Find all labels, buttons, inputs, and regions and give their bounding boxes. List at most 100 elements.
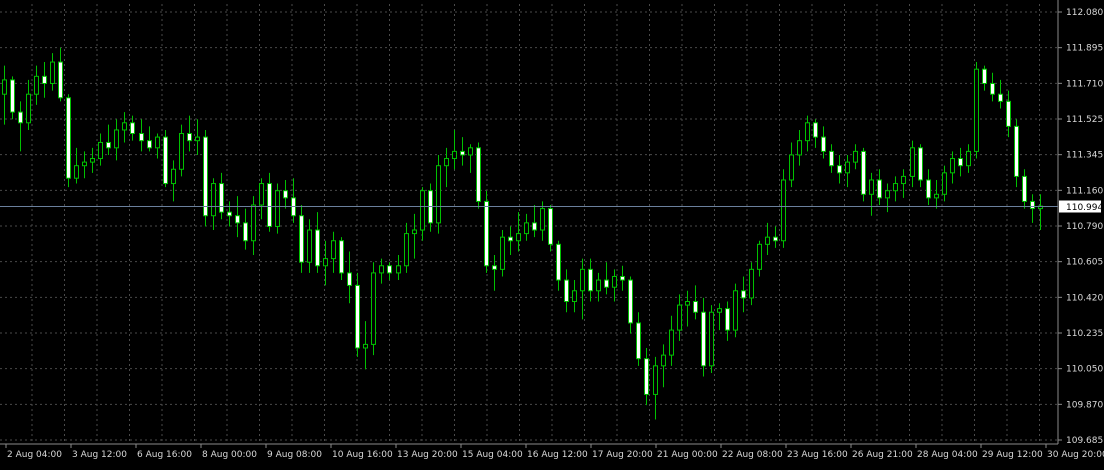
candle-body [540, 208, 545, 231]
candle-body [195, 136, 200, 142]
candle-body [548, 208, 553, 245]
price-tick-label: 109.870 [1066, 400, 1103, 410]
candle-body [500, 236, 505, 270]
candle-body [620, 275, 625, 281]
candle-body [34, 75, 39, 95]
candle-body [805, 122, 810, 142]
price-tick-label: 110.050 [1066, 365, 1103, 375]
candle-body [982, 68, 987, 84]
candle-body [950, 158, 955, 174]
time-tick-label: 17 Aug 20:00 [592, 450, 653, 460]
candle-body [347, 272, 352, 286]
price-tick-label: 110.235 [1066, 329, 1103, 339]
candle-body [82, 161, 87, 167]
candlestick-chart: 112.080 111.895 111.710 111.525 111.345 111.1… [0, 0, 1104, 470]
candle-body [653, 365, 658, 395]
candle-body [492, 265, 497, 270]
candle [436, 154, 441, 234]
candle-body [556, 243, 561, 281]
candle-body [436, 165, 441, 224]
candle-body [926, 179, 931, 199]
candle-body [251, 204, 256, 242]
candle-body [130, 122, 135, 135]
candle-body [741, 290, 746, 299]
candle-body [636, 322, 641, 360]
candle-body [644, 358, 649, 395]
candle-body [460, 150, 465, 156]
candle-body [564, 279, 569, 303]
candle [974, 62, 979, 159]
candle-body [508, 236, 513, 242]
candle-body [452, 150, 457, 160]
candle-body [42, 75, 47, 84]
candle-body [371, 272, 376, 345]
candle-body [171, 168, 176, 185]
candle-body [10, 79, 15, 113]
candle [484, 190, 489, 273]
candle-body [701, 311, 706, 367]
candle-body [580, 268, 585, 292]
candle [733, 283, 738, 338]
candle [548, 205, 553, 252]
candle-body [106, 141, 111, 149]
candle-body [139, 133, 144, 142]
candle-body [355, 284, 360, 349]
candle-body [147, 140, 152, 149]
candle-body [524, 222, 529, 235]
candle-body [484, 200, 489, 267]
candle [275, 183, 280, 234]
time-tick-label: 3 Aug 12:00 [72, 450, 127, 460]
candle-body [934, 193, 939, 199]
candle-body [66, 97, 71, 179]
candle-body [942, 172, 947, 195]
candle [371, 262, 376, 356]
candle-body [211, 183, 216, 217]
candle-body [331, 240, 336, 260]
candle-body [781, 179, 786, 242]
time-tick-label: 29 Aug 12:00 [982, 450, 1043, 460]
candle-body [588, 268, 593, 292]
candle-body [725, 308, 730, 331]
candle-body [516, 233, 521, 242]
candle-body [187, 133, 192, 142]
current-price-label: 110.994 [1059, 200, 1103, 213]
time-tick-label: 22 Aug 08:00 [722, 450, 783, 460]
price-tick-label: 111.895 [1066, 44, 1103, 54]
candle-body [299, 215, 304, 263]
candle-body [267, 183, 272, 227]
candle-body [219, 183, 224, 213]
candle-body [572, 290, 577, 303]
candle-body [966, 150, 971, 167]
candle-body [717, 308, 722, 313]
candle-body [307, 229, 312, 263]
candle-body [749, 268, 754, 299]
candle-body [1030, 200, 1035, 210]
candle [203, 129, 208, 227]
candle-body [243, 222, 248, 242]
candle-body [821, 136, 826, 152]
candle-body [974, 68, 979, 152]
candle-body [773, 236, 778, 242]
price-tick-label: 110.790 [1066, 222, 1103, 232]
candle-body [387, 265, 392, 274]
candle-body [363, 343, 368, 349]
candle [355, 272, 360, 357]
candle-body [990, 82, 995, 95]
candle-body [596, 279, 601, 292]
time-tick-label: 28 Aug 04:00 [917, 450, 978, 460]
candle-body [283, 190, 288, 199]
candle-body [845, 161, 850, 174]
candle-body [733, 290, 738, 331]
candle-body [813, 122, 818, 138]
candle-body [74, 165, 79, 179]
candle-body [420, 190, 425, 231]
candle-body [50, 61, 55, 84]
candle-body [179, 133, 184, 170]
candle-body [628, 279, 633, 324]
candle [861, 147, 866, 202]
candle-body [26, 93, 31, 124]
candle-body [227, 211, 232, 217]
candle-body [765, 236, 770, 245]
candle-body [709, 311, 714, 367]
time-tick-label: 30 Aug 20:00 [1047, 450, 1104, 460]
